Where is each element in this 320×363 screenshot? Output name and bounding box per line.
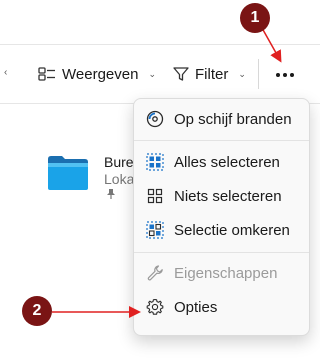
view-button-label: Weergeven xyxy=(62,65,139,83)
more-options-menu: Op schijf branden Alles selecteren Niets… xyxy=(133,98,310,336)
menu-item-options[interactable]: Opties xyxy=(134,291,309,323)
more-options-button[interactable] xyxy=(270,63,300,87)
folder-icon[interactable] xyxy=(46,153,90,196)
ellipsis-icon xyxy=(276,73,294,77)
filter-button[interactable]: Filter ⌄ xyxy=(173,62,246,86)
command-bar: ‹ Weergeven ⌄ Filter ⌄ xyxy=(0,44,320,104)
menu-divider xyxy=(134,140,309,141)
gear-icon xyxy=(146,298,164,316)
view-button[interactable]: Weergeven ⌄ xyxy=(38,62,156,86)
view-icon xyxy=(38,67,55,81)
toolbar-divider xyxy=(258,59,259,89)
invert-selection-icon xyxy=(146,221,164,239)
menu-item-properties[interactable]: Eigenschappen xyxy=(134,257,309,289)
annotation-badge-1: 1 xyxy=(240,3,270,33)
file-location: Loka xyxy=(104,171,135,187)
menu-item-label: Selectie omkeren xyxy=(174,221,290,239)
chevron-left-icon[interactable]: ‹ xyxy=(4,67,7,78)
filter-icon xyxy=(173,67,189,81)
menu-item-label: Opties xyxy=(174,298,218,316)
menu-item-invert-selection[interactable]: Selectie omkeren xyxy=(134,214,309,246)
wrench-icon xyxy=(146,264,164,282)
select-none-icon xyxy=(146,187,164,205)
filter-button-label: Filter xyxy=(195,65,229,83)
chevron-down-icon: ⌄ xyxy=(148,68,156,79)
pin-icon xyxy=(107,189,115,199)
menu-divider xyxy=(134,252,309,253)
annotation-badge-2: 2 xyxy=(22,296,52,326)
menu-item-label: Eigenschappen xyxy=(174,264,278,282)
menu-item-select-none[interactable]: Niets selecteren xyxy=(134,180,309,212)
chevron-down-icon: ⌄ xyxy=(238,68,246,79)
menu-item-label: Niets selecteren xyxy=(174,187,282,205)
select-all-icon xyxy=(146,153,164,171)
menu-item-select-all[interactable]: Alles selecteren xyxy=(134,146,309,178)
disc-burn-icon xyxy=(146,110,164,128)
menu-item-label: Op schijf branden xyxy=(174,110,292,128)
menu-item-burn-to-disc[interactable]: Op schijf branden xyxy=(134,103,309,135)
menu-item-label: Alles selecteren xyxy=(174,153,280,171)
